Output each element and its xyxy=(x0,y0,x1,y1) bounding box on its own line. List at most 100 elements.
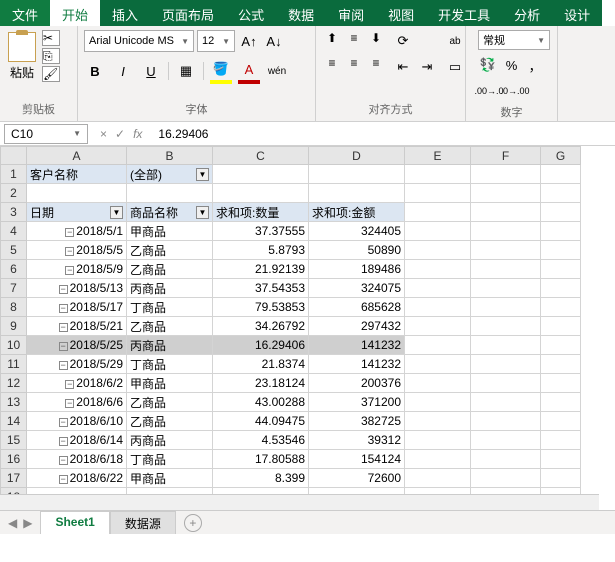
cell[interactable] xyxy=(541,355,581,374)
select-all-corner[interactable] xyxy=(1,147,27,165)
col-header-C[interactable]: C xyxy=(213,147,309,165)
cell-date[interactable]: −2018/5/9 xyxy=(27,260,127,279)
cell[interactable] xyxy=(27,184,127,203)
cell[interactable] xyxy=(405,165,471,184)
cell-amount[interactable]: 141232 xyxy=(309,336,405,355)
cell-amount[interactable]: 324405 xyxy=(309,222,405,241)
col-header-E[interactable]: E xyxy=(405,147,471,165)
increase-decimal-icon[interactable]: .00→.0 xyxy=(478,80,500,102)
cell[interactable] xyxy=(471,298,541,317)
cell[interactable] xyxy=(471,431,541,450)
pivot-filter-value[interactable]: (全部)▼ xyxy=(127,165,213,184)
cell[interactable] xyxy=(405,355,471,374)
orientation-icon[interactable]: ⟳ xyxy=(392,30,414,52)
font-color-button[interactable]: A xyxy=(238,58,260,84)
cell-product[interactable]: 甲商品 xyxy=(127,222,213,241)
cell-date[interactable]: −2018/5/29 xyxy=(27,355,127,374)
cell-qty[interactable]: 37.54353 xyxy=(213,279,309,298)
cell-amount[interactable]: 371200 xyxy=(309,393,405,412)
cell-product[interactable]: 甲商品 xyxy=(127,374,213,393)
cell[interactable] xyxy=(471,336,541,355)
underline-button[interactable]: U xyxy=(140,60,162,82)
cell-date[interactable]: −2018/5/5 xyxy=(27,241,127,260)
cell-amount[interactable]: 72600 xyxy=(309,469,405,488)
enter-icon[interactable]: ✓ xyxy=(115,127,125,141)
filter-dropdown-icon[interactable]: ▼ xyxy=(110,206,123,219)
cell-amount[interactable]: 141232 xyxy=(309,355,405,374)
cell-product[interactable]: 丁商品 xyxy=(127,355,213,374)
paste-button[interactable]: 粘贴 xyxy=(6,30,38,83)
cell[interactable] xyxy=(541,298,581,317)
cell-date[interactable]: −2018/6/2 xyxy=(27,374,127,393)
menu-tab-6[interactable]: 审阅 xyxy=(326,0,376,26)
cell-date[interactable]: −2018/5/13 xyxy=(27,279,127,298)
cell[interactable] xyxy=(213,184,309,203)
cell-qty[interactable]: 34.26792 xyxy=(213,317,309,336)
pivot-header[interactable]: 求和项:数量 xyxy=(213,203,309,222)
cell[interactable] xyxy=(471,165,541,184)
grid[interactable]: ABCDEFG1客户名称(全部)▼23日期▼商品名称▼求和项:数量求和项:金额4… xyxy=(0,146,581,507)
row-header-16[interactable]: 16 xyxy=(1,450,27,469)
row-header-5[interactable]: 5 xyxy=(1,241,27,260)
cell-qty[interactable]: 43.00288 xyxy=(213,393,309,412)
collapse-icon[interactable]: − xyxy=(59,475,68,484)
cell-date[interactable]: −2018/6/18 xyxy=(27,450,127,469)
menu-tab-3[interactable]: 页面布局 xyxy=(150,0,226,26)
pivot-filter-label[interactable]: 客户名称 xyxy=(27,165,127,184)
cell[interactable] xyxy=(541,431,581,450)
cell[interactable] xyxy=(541,336,581,355)
cell[interactable] xyxy=(471,412,541,431)
cell[interactable] xyxy=(405,260,471,279)
cell-amount[interactable]: 189486 xyxy=(309,260,405,279)
collapse-icon[interactable]: − xyxy=(65,228,74,237)
cell[interactable] xyxy=(405,393,471,412)
col-header-B[interactable]: B xyxy=(127,147,213,165)
cell[interactable] xyxy=(541,469,581,488)
merge-cells-icon[interactable]: ▭ xyxy=(444,56,466,78)
wrap-text-icon[interactable]: ab xyxy=(444,30,466,52)
row-header-9[interactable]: 9 xyxy=(1,317,27,336)
bold-button[interactable]: B xyxy=(84,60,106,82)
cell-date[interactable]: −2018/5/1 xyxy=(27,222,127,241)
tab-nav-prev-icon[interactable]: ◀ xyxy=(8,516,17,530)
cell-amount[interactable]: 200376 xyxy=(309,374,405,393)
col-header-D[interactable]: D xyxy=(309,147,405,165)
cell-amount[interactable]: 324075 xyxy=(309,279,405,298)
row-header-12[interactable]: 12 xyxy=(1,374,27,393)
pivot-header[interactable]: 日期▼ xyxy=(27,203,127,222)
cell[interactable] xyxy=(471,279,541,298)
align-left-icon[interactable]: ≡ xyxy=(322,55,342,71)
cancel-icon[interactable]: × xyxy=(100,127,107,141)
row-header-17[interactable]: 17 xyxy=(1,469,27,488)
cell-date[interactable]: −2018/5/17 xyxy=(27,298,127,317)
cell[interactable] xyxy=(471,203,541,222)
collapse-icon[interactable]: − xyxy=(59,361,68,370)
cell[interactable] xyxy=(541,450,581,469)
cell-date[interactable]: −2018/6/22 xyxy=(27,469,127,488)
cell-qty[interactable]: 16.29406 xyxy=(213,336,309,355)
menu-tab-5[interactable]: 数据 xyxy=(276,0,326,26)
menu-tab-8[interactable]: 开发工具 xyxy=(426,0,502,26)
collapse-icon[interactable]: − xyxy=(65,266,74,275)
copy-icon[interactable]: ⎘ xyxy=(42,48,60,64)
add-sheet-button[interactable]: + xyxy=(184,514,202,532)
row-header-1[interactable]: 1 xyxy=(1,165,27,184)
cell[interactable] xyxy=(405,450,471,469)
cell-product[interactable]: 乙商品 xyxy=(127,412,213,431)
cell-qty[interactable]: 4.53546 xyxy=(213,431,309,450)
menu-tab-4[interactable]: 公式 xyxy=(226,0,276,26)
filter-dropdown-icon[interactable]: ▼ xyxy=(196,206,209,219)
row-header-13[interactable]: 13 xyxy=(1,393,27,412)
cell[interactable] xyxy=(541,184,581,203)
cell-amount[interactable]: 50890 xyxy=(309,241,405,260)
menu-tab-1[interactable]: 开始 xyxy=(50,0,100,26)
percent-button[interactable]: % xyxy=(502,54,522,76)
border-button[interactable]: ▦ xyxy=(175,60,197,82)
row-header-7[interactable]: 7 xyxy=(1,279,27,298)
cell[interactable] xyxy=(541,241,581,260)
cell-qty[interactable]: 44.09475 xyxy=(213,412,309,431)
cell[interactable] xyxy=(471,241,541,260)
name-box[interactable]: C10 ▼ xyxy=(4,124,88,144)
tab-nav-next-icon[interactable]: ▶ xyxy=(23,516,32,530)
cell[interactable] xyxy=(405,298,471,317)
